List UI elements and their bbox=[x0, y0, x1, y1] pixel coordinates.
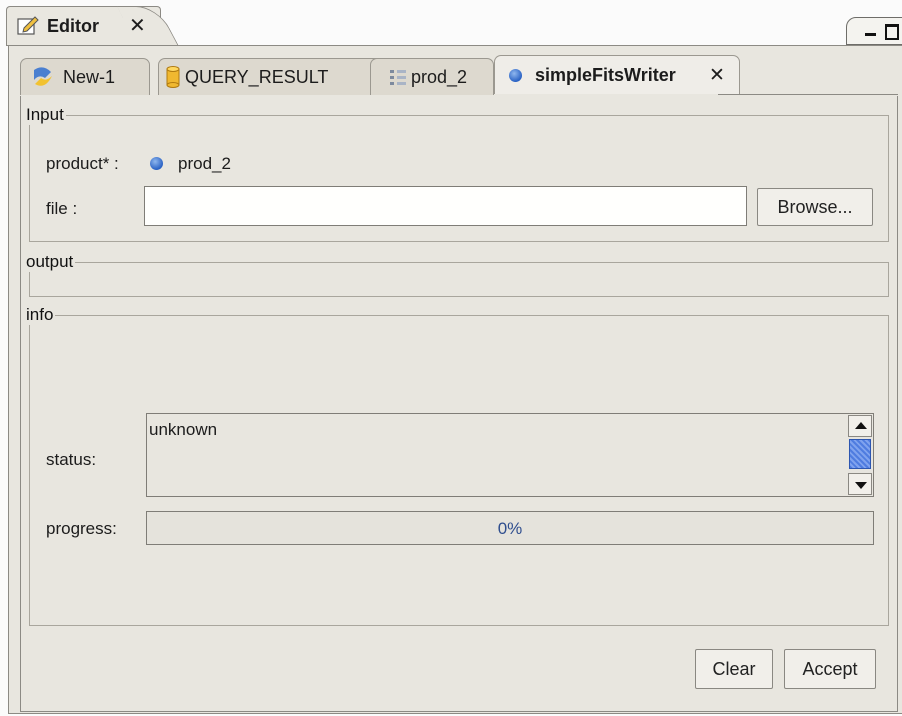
file-label: file : bbox=[46, 199, 78, 218]
cylinder-icon bbox=[166, 66, 180, 88]
tab-label: QUERY_RESULT bbox=[185, 67, 329, 87]
tab-label: simpleFitsWriter bbox=[535, 65, 676, 85]
minimize-icon[interactable] bbox=[865, 33, 876, 36]
tree-icon bbox=[390, 70, 406, 85]
tab-bar-baseline bbox=[718, 94, 898, 95]
tab-prod-2[interactable]: prod_2 bbox=[370, 58, 494, 95]
arrow-up-icon bbox=[855, 422, 867, 429]
product-value: prod_2 bbox=[178, 154, 231, 173]
output-legend: output bbox=[26, 252, 74, 271]
progress-bar: 0% bbox=[146, 511, 874, 545]
document-tab-bar: New-1 QUERY_RESULT prod_2 simpleFitsWrit… bbox=[20, 55, 900, 96]
status-label: status: bbox=[46, 450, 97, 469]
scroll-down-button[interactable] bbox=[848, 473, 872, 495]
tab-new-1[interactable]: New-1 bbox=[20, 58, 150, 95]
tab-simplefitswriter[interactable]: simpleFitsWriter ✕ bbox=[494, 55, 740, 94]
status-text-area[interactable]: unknown bbox=[146, 413, 874, 497]
progress-label: progress: bbox=[46, 519, 117, 538]
tab-label: prod_2 bbox=[411, 67, 468, 87]
browse-button[interactable]: Browse... bbox=[757, 188, 873, 226]
arrow-down-icon bbox=[855, 482, 867, 489]
scroll-up-button[interactable] bbox=[848, 415, 872, 437]
clear-button[interactable]: Clear bbox=[695, 649, 773, 689]
status-scrollbar[interactable] bbox=[848, 415, 872, 495]
editor-tab[interactable]: Editor ✕ bbox=[6, 6, 180, 48]
input-legend: Input bbox=[26, 105, 64, 124]
scroll-thumb[interactable] bbox=[849, 439, 871, 469]
tab-label: New-1 bbox=[63, 67, 116, 87]
tab-close-icon[interactable]: ✕ bbox=[709, 64, 725, 87]
window-controls bbox=[846, 17, 902, 45]
edit-icon bbox=[17, 16, 39, 35]
blue-dot-icon bbox=[150, 157, 163, 170]
tab-query-result[interactable]: QUERY_RESULT bbox=[158, 58, 386, 95]
maximize-icon[interactable] bbox=[885, 24, 899, 40]
info-legend: info bbox=[26, 305, 54, 324]
accept-button[interactable]: Accept bbox=[784, 649, 876, 689]
product-label: product* : bbox=[46, 154, 119, 173]
progress-text: 0% bbox=[497, 519, 523, 538]
file-input[interactable] bbox=[144, 186, 747, 226]
status-text: unknown bbox=[149, 420, 218, 439]
editor-title: Editor bbox=[47, 16, 99, 36]
output-group: output bbox=[26, 252, 889, 297]
blue-dot-icon bbox=[509, 69, 522, 82]
script-icon bbox=[34, 67, 52, 86]
editor-close-icon[interactable]: ✕ bbox=[129, 13, 146, 38]
